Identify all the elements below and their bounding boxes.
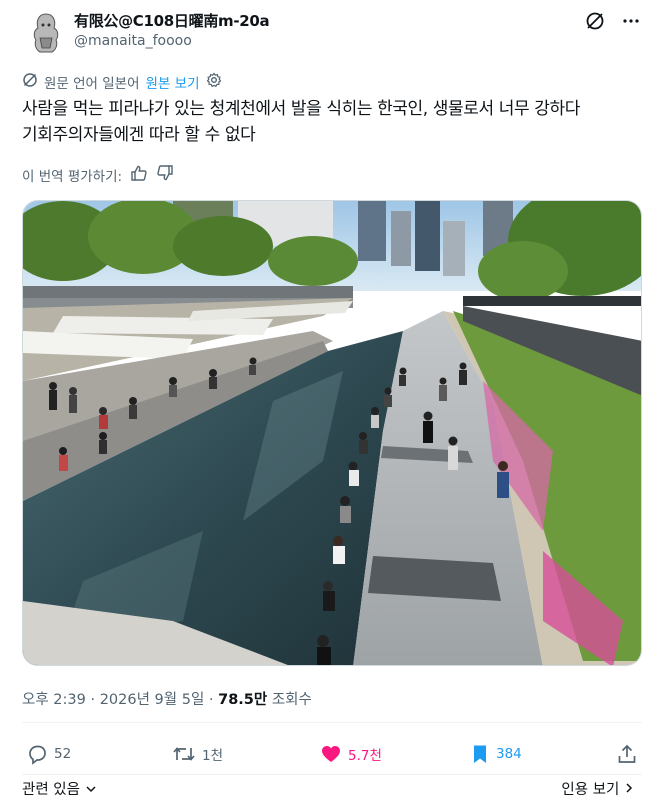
share-button[interactable]: [616, 738, 638, 770]
repost-count: 1천: [202, 748, 224, 764]
chevron-right-icon: [624, 782, 634, 798]
related-label: 관련 있음: [22, 782, 80, 798]
repost-button[interactable]: 1천: [172, 738, 223, 770]
post-text: 사람을 먹는 피라냐가 있는 청계천에서 발을 식히는 한국인, 생물로서 너무…: [22, 96, 642, 148]
translation-info: 원문 언어 일본어 원본 보기: [22, 72, 222, 92]
post-meta: 오후 2:39 · 2026년 9월 5일 · 78.5만 조회수: [22, 688, 312, 709]
like-count: 5.7천: [348, 748, 382, 764]
post-image[interactable]: [22, 200, 642, 666]
bookmark-button[interactable]: 384: [470, 738, 522, 770]
author-handle[interactable]: @manaita_foooo: [74, 33, 192, 49]
bookmark-count: 384: [496, 746, 522, 762]
repost-icon: [172, 743, 196, 765]
more-dots-icon[interactable]: [620, 10, 642, 32]
avatar[interactable]: [26, 10, 66, 56]
share-icon: [616, 743, 638, 765]
meta-separator: ·: [208, 692, 214, 708]
action-bar: 52 1천 5.7천 384: [22, 738, 642, 770]
meta-separator: ·: [90, 692, 96, 708]
show-original-link[interactable]: 원본 보기: [146, 72, 200, 92]
bookmark-icon: [470, 743, 490, 765]
author-display-name[interactable]: 有限公@C108日曜南m-20a: [74, 10, 270, 31]
gear-icon[interactable]: [206, 72, 222, 92]
reply-icon: [26, 743, 48, 765]
translate-icon: [22, 72, 38, 92]
rate-label: 이 번역 평가하기:: [22, 169, 123, 185]
translation-label: 원문 언어 일본어: [44, 76, 140, 92]
divider: [22, 722, 642, 723]
like-button[interactable]: 5.7천: [320, 738, 382, 770]
post-date[interactable]: 2026년 9월 5일: [100, 692, 205, 708]
post-header: 有限公@C108日曜南m-20a @manaita_foooo: [22, 6, 642, 54]
rate-translation: 이 번역 평가하기:: [22, 164, 174, 186]
post-text-line: 기회주의자들에겐 따라 할 수 없다: [22, 125, 256, 145]
post-text-line: 사람을 먹는 피라냐가 있는 청계천에서 발을 식히는 한국인, 생물로서 너무…: [22, 99, 580, 119]
chevron-down-icon: [85, 782, 97, 798]
thumbs-up-icon[interactable]: [130, 164, 148, 186]
view-quotes-link[interactable]: 인용 보기: [561, 778, 634, 799]
heart-icon: [320, 743, 342, 765]
view-quotes-label: 인용 보기: [561, 782, 620, 798]
views-count: 78.5만: [218, 692, 268, 708]
reply-count: 52: [54, 746, 72, 762]
post-time[interactable]: 오후 2:39: [22, 692, 86, 708]
reply-button[interactable]: 52: [26, 738, 71, 770]
photo-of-cheonggyecheon-stream: [23, 201, 641, 665]
grok-slash-icon[interactable]: [584, 10, 606, 32]
divider: [22, 774, 642, 775]
thumbs-down-icon[interactable]: [156, 164, 174, 186]
related-dropdown[interactable]: 관련 있음: [22, 778, 97, 799]
views-label: 조회수: [271, 692, 312, 708]
